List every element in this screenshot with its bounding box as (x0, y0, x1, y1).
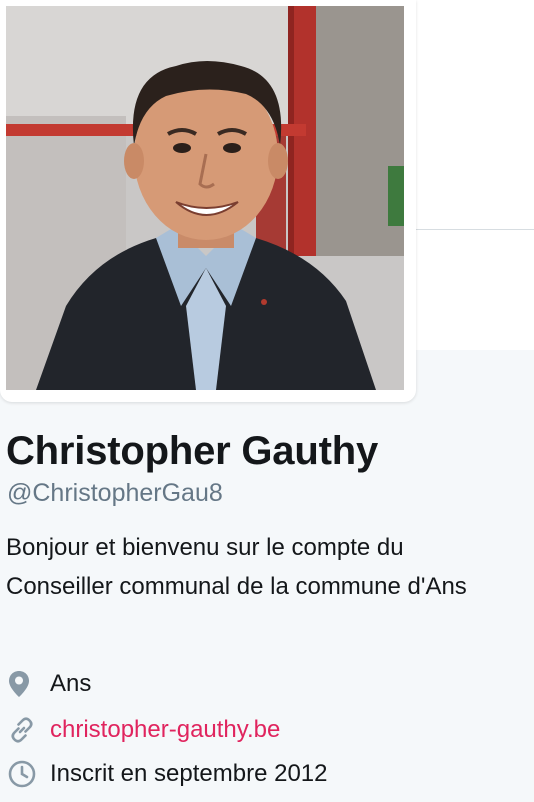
location-text: Ans (50, 670, 92, 697)
profile-location: Ans (8, 668, 91, 700)
profile-join-date: Inscrit en septembre 2012 (8, 758, 328, 790)
link-icon (8, 715, 42, 745)
profile-bio: Bonjour et bienvenu sur le compte du Con… (6, 534, 467, 600)
profile-website: christopher-gauthy.be (8, 714, 280, 746)
header-divider (416, 229, 534, 230)
website-link[interactable]: christopher-gauthy.be (50, 716, 280, 744)
join-date-text: Inscrit en septembre 2012 (50, 760, 328, 787)
avatar[interactable] (6, 6, 404, 390)
clock-icon (8, 759, 42, 789)
profile-name[interactable]: Christopher Gauthy (6, 428, 378, 474)
profile-handle[interactable]: @ChristopherGau8 (7, 478, 223, 508)
avatar-card[interactable] (0, 0, 416, 402)
map-pin-icon (8, 669, 42, 699)
